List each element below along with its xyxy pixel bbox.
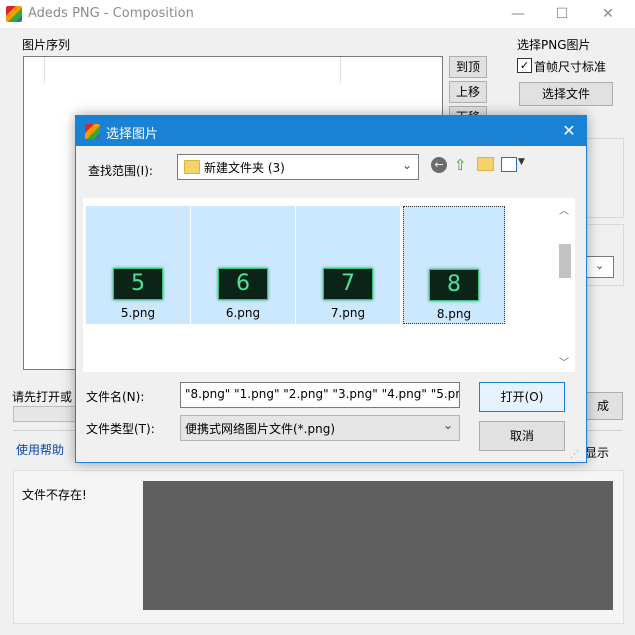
file-name: 8.png — [436, 307, 472, 321]
lookin-dropdown[interactable]: 新建文件夹 (3) ⌄ — [177, 154, 419, 180]
filename-label: 文件名(N): — [86, 390, 145, 404]
list-column-divider — [340, 57, 341, 83]
scroll-up-icon[interactable]: ︿ — [559, 202, 569, 217]
file-thumbnail: 7 — [323, 268, 373, 300]
move-up-button[interactable]: 上移 — [449, 81, 487, 103]
lookin-value: 新建文件夹 (3) — [204, 161, 285, 175]
image-sequence-label: 图片序列 — [22, 38, 71, 52]
scroll-down-icon[interactable]: ﹀ — [559, 354, 569, 369]
filename-input[interactable]: "8.png" "1.png" "2.png" "3.png" "4.png" … — [180, 382, 460, 408]
options-dropdown[interactable]: ⌄ — [586, 256, 614, 278]
open-button[interactable]: 打开(O) — [479, 382, 565, 412]
file-thumbnail: 5 — [113, 268, 163, 300]
filename-value: "8.png" "1.png" "2.png" "3.png" "4.png" … — [185, 387, 460, 401]
title-bar: Adeds PNG - Composition — ☐ ✕ — [0, 0, 635, 28]
select-file-button[interactable]: 选择文件 — [519, 82, 613, 106]
file-thumbnail: 8 — [429, 269, 479, 301]
status-text: 文件不存在! — [22, 488, 87, 502]
dialog-title-bar: 选择图片 ✕ — [76, 116, 586, 146]
chevron-down-icon: ⌄ — [402, 158, 413, 172]
scroll-thumb[interactable] — [559, 244, 571, 278]
file-name: 7.png — [330, 306, 366, 320]
back-icon[interactable]: ← — [431, 157, 447, 173]
move-top-button[interactable]: 到顶 — [449, 56, 487, 78]
dialog-app-icon — [85, 124, 100, 139]
close-button[interactable]: ✕ — [597, 4, 619, 24]
file-name: 5.png — [120, 306, 156, 320]
filetype-select[interactable]: 便携式网络图片文件(*.png) ⌄ — [180, 415, 460, 441]
filetype-value: 便携式网络图片文件(*.png) — [185, 422, 336, 436]
display-label: 显示 — [585, 446, 610, 460]
first-frame-checkbox-label: 首帧尺寸标准 — [534, 60, 607, 74]
vertical-scrollbar[interactable]: ︿ ﹀ — [555, 198, 575, 372]
first-frame-checkbox[interactable]: ✓ — [517, 58, 532, 73]
up-folder-icon[interactable]: ⇧ — [454, 156, 467, 174]
chevron-down-icon: ⌄ — [595, 259, 605, 272]
file-list[interactable]: 5 5.png 6 6.png 7 7.png 8 8.png ︿ ﹀ — [83, 198, 575, 372]
preview-canvas — [143, 481, 613, 610]
generate-button[interactable]: 成 — [583, 392, 623, 420]
maximize-button[interactable]: ☐ — [551, 4, 573, 24]
dialog-title: 选择图片 — [106, 127, 159, 142]
select-image-dialog: 选择图片 ✕ 查找范围(I): 新建文件夹 (3) ⌄ ← ⇧ ▼ 5 5.pn… — [75, 115, 587, 463]
lookin-label: 查找范围(I): — [88, 164, 153, 178]
window-title: Adeds PNG - Composition — [28, 6, 194, 21]
select-png-label: 选择PNG图片 — [517, 38, 591, 52]
file-item[interactable]: 8 8.png — [403, 206, 505, 324]
file-name: 6.png — [225, 306, 261, 320]
file-item[interactable]: 7 7.png — [296, 206, 400, 324]
minimize-button[interactable]: — — [507, 4, 529, 24]
progress-bar — [13, 406, 77, 422]
folder-icon — [184, 160, 200, 174]
file-item[interactable]: 5 5.png — [86, 206, 190, 324]
file-thumbnail: 6 — [218, 268, 268, 300]
hint-text: 请先打开或 — [12, 390, 73, 404]
dialog-close-icon[interactable]: ✕ — [556, 119, 582, 143]
app-icon — [6, 6, 22, 22]
list-column-divider — [44, 57, 45, 83]
file-item[interactable]: 6 6.png — [191, 206, 295, 324]
new-folder-icon[interactable] — [477, 157, 494, 171]
resize-grip-icon[interactable]: ⋰ — [570, 450, 579, 460]
view-menu-chevron-icon[interactable]: ▼ — [518, 157, 525, 167]
help-link[interactable]: 使用帮助 — [16, 441, 64, 458]
filetype-label: 文件类型(T): — [86, 422, 155, 436]
cancel-button[interactable]: 取消 — [479, 421, 565, 451]
chevron-down-icon: ⌄ — [443, 418, 454, 432]
generate-button-label: 成 — [596, 399, 609, 413]
view-menu-icon[interactable] — [501, 157, 517, 172]
